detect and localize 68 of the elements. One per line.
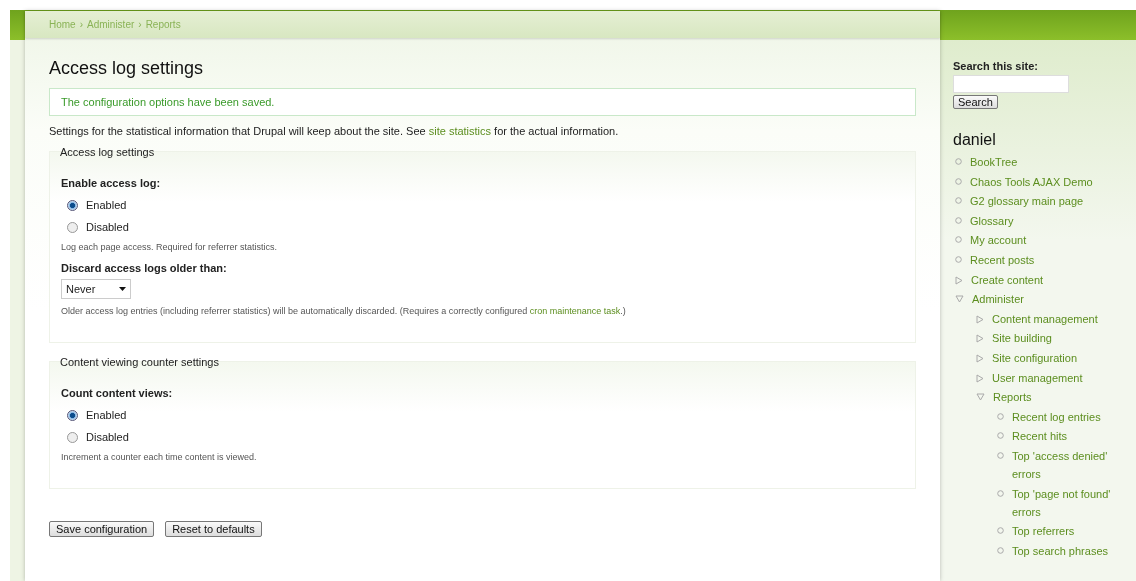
radio-option[interactable]: Enabled [61, 194, 904, 216]
bullet-icon [997, 527, 1004, 535]
menu-link[interactable]: Site building [992, 329, 1052, 348]
field-description: Older access log entries (including referrer statistics) will be automatically discarded. (Requires a correctly configured cron maintenance task.) [61, 306, 627, 316]
radio-option[interactable]: Disabled [61, 216, 904, 238]
menu-link[interactable]: Content management [992, 309, 1098, 328]
bullet-icon [955, 216, 962, 224]
search-label: Search this site: [953, 60, 1038, 72]
menu-link[interactable]: Top search phrases [1012, 541, 1108, 560]
bullet-icon [997, 546, 1004, 554]
site-statistics-link[interactable]: site statistics [428, 125, 492, 137]
menu-link[interactable]: Recent log entries [1012, 407, 1101, 426]
bullet-icon [997, 412, 1004, 420]
form-button[interactable]: Reset to defaults [165, 521, 262, 537]
menu-link[interactable]: Top referrers [1012, 522, 1075, 541]
field-label: Enable access log: [61, 177, 162, 189]
radio-button[interactable] [67, 409, 78, 421]
bullet-icon [997, 432, 1004, 440]
menu-link[interactable]: User management [992, 368, 1083, 387]
menu-link[interactable]: Site configuration [992, 348, 1077, 367]
search-button[interactable]: Search [953, 95, 998, 109]
breadcrumb-link[interactable]: Home [49, 19, 76, 30]
menu-link[interactable]: Reports [993, 388, 1032, 407]
radio-button[interactable] [67, 199, 78, 211]
search-field[interactable] [953, 75, 1069, 93]
bullet-icon [955, 197, 962, 205]
menu-link[interactable]: Administer [972, 290, 1024, 309]
user-heading: daniel [953, 131, 996, 149]
menu-link[interactable]: Recent hits [1012, 427, 1068, 446]
cron-link[interactable]: cron maintenance task [529, 306, 621, 316]
bullet-icon [955, 236, 962, 244]
bullet-icon [955, 158, 962, 165]
bullet-icon [997, 489, 1004, 497]
field-label: Discard access logs older than: [61, 262, 228, 274]
status-message: The configuration options have been saved. [49, 88, 916, 116]
breadcrumb-separator: › [79, 19, 84, 30]
menu-link[interactable]: Top 'access denied' errors [1012, 446, 1120, 483]
menu-link[interactable]: G2 glossary main page [970, 192, 1084, 211]
menu-link[interactable]: Create content [971, 270, 1044, 289]
bullet-icon [955, 177, 962, 185]
radio-button[interactable] [67, 431, 78, 443]
menu-link[interactable]: Recent posts [970, 250, 1035, 269]
breadcrumb-link[interactable]: Reports [145, 19, 181, 30]
bullet-icon [955, 255, 962, 263]
page-title: Access log settings [49, 58, 205, 79]
caret-icon [119, 287, 126, 291]
select-dropdown[interactable]: Never [61, 279, 131, 299]
collapsed-triangle-icon [955, 275, 963, 285]
intro-text: Settings for the statistical information that Drupal will keep about the site. See site statistics for the actual information. [49, 125, 620, 137]
expanded-triangle-icon [955, 295, 964, 304]
expanded-triangle-icon [976, 393, 985, 402]
fieldset-legend: Content viewing counter settings [60, 356, 904, 368]
fieldset-legend: Access log settings [60, 146, 904, 158]
menu-link[interactable]: Top 'page not found' errors [1012, 484, 1120, 521]
radio-button[interactable] [67, 221, 78, 233]
breadcrumb-link[interactable]: Administer [87, 19, 135, 30]
bullet-icon [997, 451, 1004, 459]
field-label: Count content views: [61, 387, 174, 399]
radio-option[interactable]: Disabled [61, 426, 904, 448]
radio-option[interactable]: Enabled [61, 404, 904, 426]
form-button[interactable]: Save configuration [49, 521, 155, 537]
menu-link[interactable]: Chaos Tools AJAX Demo [970, 172, 1093, 191]
menu-link[interactable]: BookTree [970, 153, 1018, 171]
menu-link[interactable]: Glossary [970, 211, 1014, 230]
field-description: Log each page access. Required for referrer statistics. [61, 242, 279, 252]
menu-link[interactable]: My account [970, 231, 1027, 250]
field-description: Increment a counter each time content is viewed. [61, 452, 258, 462]
breadcrumb-separator: › [138, 19, 142, 30]
